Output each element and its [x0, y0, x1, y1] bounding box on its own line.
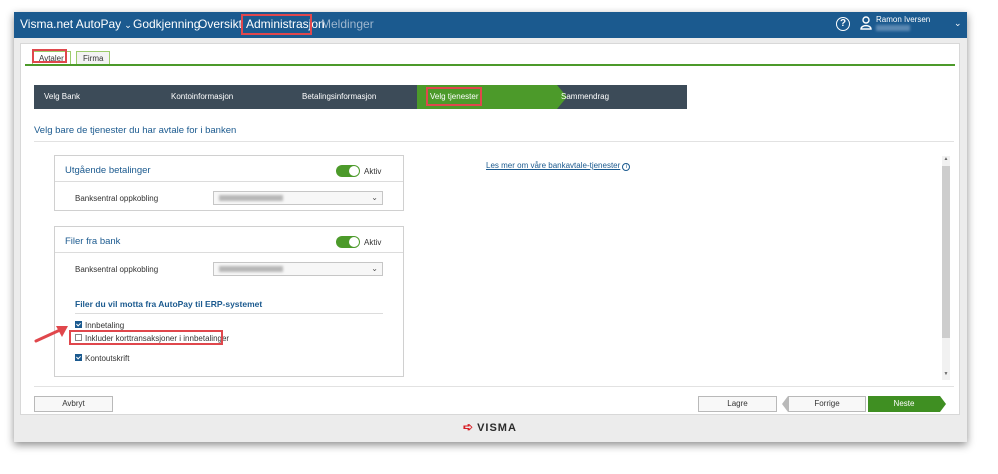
divider	[34, 141, 954, 142]
highlight-box	[69, 330, 223, 345]
panel-title: Utgående betalinger	[65, 165, 151, 176]
user-name: Ramon Iversen	[876, 15, 931, 24]
bank-connection-select[interactable]: ⌄	[213, 191, 383, 205]
cancel-button[interactable]: Avbryt	[34, 396, 113, 412]
checkbox-innbetaling[interactable]: Innbetaling	[75, 321, 124, 330]
divider	[75, 313, 383, 314]
save-button[interactable]: Lagre	[698, 396, 777, 412]
app-menu-button[interactable]: Visma.net AutoPay ⌄	[20, 17, 132, 31]
select-value-blurred	[219, 266, 283, 272]
annotation-arrow-icon	[34, 326, 68, 343]
highlight-box	[241, 14, 312, 35]
active-toggle[interactable]	[336, 236, 360, 248]
toggle-label: Aktiv	[364, 238, 382, 247]
user-icon[interactable]	[860, 16, 872, 30]
checkbox-label: Kontoutskrift	[85, 354, 130, 363]
main-content: Avtaler Firma Velg Bank Kontoinformasjon…	[20, 43, 960, 415]
app-window: Visma.net AutoPay ⌄ Godkjenning Oversikt …	[14, 12, 967, 442]
chevron-down-icon: ⌄	[124, 20, 132, 30]
highlight-box	[32, 49, 67, 63]
checkbox-checked-icon[interactable]	[75, 354, 82, 362]
checkbox-kontoutskrift[interactable]: Kontoutskrift	[75, 354, 129, 363]
next-button[interactable]: Neste	[868, 396, 940, 412]
checkbox-checked-icon[interactable]	[75, 321, 82, 329]
next-arrow-shape	[940, 396, 946, 412]
tab-firma[interactable]: Firma	[76, 51, 111, 65]
bank-connection-select[interactable]: ⌄	[213, 262, 383, 276]
link-label: Les mer om våre bankavtale-tjenester	[486, 161, 621, 170]
step-sammendrag[interactable]: Sammendrag	[561, 85, 609, 109]
select-value-blurred	[219, 195, 283, 201]
wizard-steps: Velg Bank Kontoinformasjon Betalingsinfo…	[34, 85, 687, 109]
visma-mark-icon: ➪	[463, 420, 475, 434]
read-more-link[interactable]: Les mer om våre bankavtale-tjenester i	[486, 161, 631, 171]
brand-label: Visma.net AutoPay	[20, 17, 122, 31]
scroll-down-icon[interactable]: ▼	[942, 371, 950, 379]
section-title: Filer du vil motta fra AutoPay til ERP-s…	[75, 299, 263, 309]
field-label: Banksentral oppkobling	[75, 194, 159, 203]
page-instruction: Velg bare de tjenester du har avtale for…	[34, 125, 237, 136]
checkbox-label: Innbetaling	[85, 321, 125, 330]
toggle-label: Aktiv	[364, 167, 382, 176]
chevron-down-icon[interactable]: ⌄	[954, 18, 962, 29]
active-toggle[interactable]	[336, 165, 360, 177]
scroll-up-icon[interactable]: ▲	[942, 156, 950, 164]
step-betalingsinformasjon[interactable]: Betalingsinformasjon	[302, 85, 376, 109]
step-velg-bank[interactable]: Velg Bank	[44, 85, 80, 109]
top-navigation-bar: Visma.net AutoPay ⌄ Godkjenning Oversikt …	[14, 12, 967, 38]
visma-logo: ➪ VISMA	[463, 420, 517, 434]
info-icon: i	[622, 163, 631, 171]
tab-underline	[25, 64, 955, 66]
panel-utgaende-betalinger: Utgående betalinger Aktiv Banksentral op…	[54, 155, 404, 211]
divider	[55, 181, 403, 182]
chevron-down-icon: ⌄	[371, 264, 378, 273]
panel-filer-fra-bank: Filer fra bank Aktiv Banksentral oppkobl…	[54, 226, 404, 377]
nav-oversikt[interactable]: Oversikt	[198, 17, 242, 31]
logo-text: VISMA	[477, 422, 517, 434]
user-company-blurred	[876, 25, 910, 31]
panel-title: Filer fra bank	[65, 236, 121, 247]
highlight-box	[426, 87, 482, 106]
chevron-down-icon: ⌄	[371, 193, 378, 202]
previous-button[interactable]: Forrige	[788, 396, 866, 412]
nav-meldinger[interactable]: Meldinger	[321, 17, 374, 31]
scrollbar-thumb[interactable]	[942, 166, 950, 338]
help-icon[interactable]: ?	[836, 17, 850, 31]
field-label: Banksentral oppkobling	[75, 265, 159, 274]
divider	[55, 252, 403, 253]
nav-godkjenning[interactable]: Godkjenning	[133, 17, 200, 31]
divider	[34, 386, 954, 387]
step-kontoinformasjon[interactable]: Kontoinformasjon	[171, 85, 233, 109]
